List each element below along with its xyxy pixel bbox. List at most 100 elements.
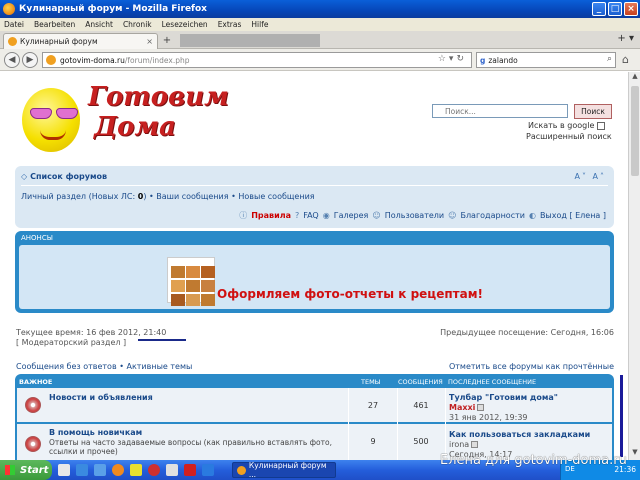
faq-link[interactable]: FAQ — [303, 211, 319, 220]
start-button[interactable]: Start — [0, 460, 52, 480]
tab-list-icon[interactable]: + ▾ — [617, 33, 634, 44]
last-visit: Предыдущее посещение: Сегодня, 16:06 — [440, 328, 614, 337]
last-post-title[interactable]: Как пользоваться закладками — [449, 430, 590, 439]
users-icon: ☺ — [372, 211, 381, 220]
announcements-panel: АНОНСЫ Оформляем фото-отчеты к рецептам! — [15, 231, 614, 313]
forum-table: ВАЖНОЕ ТЕМЫ СООБЩЕНИЯ ПОСЛЕДНЕЕ СООБЩЕНИ… — [15, 374, 614, 460]
watermark-text: Елена для gotovim-doma.ru — [440, 453, 627, 468]
quicklaunch-icon[interactable] — [166, 464, 178, 476]
page-scrollbar[interactable]: ▲ ▼ — [628, 72, 640, 460]
last-post-user[interactable]: irona — [449, 440, 479, 449]
col-header-posts: СООБЩЕНИЯ — [398, 378, 443, 386]
tab-close-icon[interactable]: × — [146, 37, 153, 46]
last-post-user[interactable]: Maxxi — [449, 403, 485, 412]
advanced-search-link[interactable]: Расширенный поиск — [526, 132, 612, 141]
logo-text: Готовим Дома — [88, 82, 229, 142]
window-titlebar: Кулинарный форум - Mozilla Firefox _ □ × — [0, 0, 640, 18]
forum-nav-panel: ◇ Список форумов A˅ A˄ Личный раздел (Но… — [15, 166, 614, 228]
my-posts-link[interactable]: • Ваши сообщения — [149, 192, 229, 201]
logout-icon: ◐ — [528, 211, 536, 220]
quicklaunch-icon[interactable] — [130, 464, 142, 476]
forum-read-icon — [25, 436, 41, 452]
forum-description: Ответы на часто задаваемые вопросы (как … — [49, 438, 332, 456]
back-button[interactable]: ◀ — [4, 52, 20, 68]
page-content: Готовим Дома ⌕ Поиск Искать в google Рас… — [0, 72, 628, 460]
thanks-link[interactable]: Благодарности — [460, 211, 525, 220]
forward-button[interactable]: ▶ — [22, 52, 38, 68]
menu-bar: Datei Bearbeiten Ansicht Chronik Lesezei… — [0, 18, 640, 31]
mark-read-link[interactable]: Отметить все форумы как прочтённые — [449, 362, 614, 371]
tab-strip-blank — [180, 34, 320, 47]
font-size-icon[interactable]: A˅ A˄ — [575, 172, 607, 181]
tab-forum[interactable]: Кулинарный форум × — [3, 33, 158, 49]
quicklaunch-icon[interactable] — [184, 464, 196, 476]
new-tab-button[interactable]: + — [161, 35, 173, 47]
gallery-link[interactable]: Галерея — [334, 211, 369, 220]
unanswered-links[interactable]: Сообщения без ответов • Активные темы — [16, 362, 192, 371]
menu-bearbeiten[interactable]: Bearbeiten — [34, 20, 75, 29]
tab-bar: Кулинарный форум × + + ▾ — [0, 31, 640, 49]
go-to-post-icon[interactable] — [477, 404, 485, 411]
browser-search-box[interactable]: g zalando ⌕ — [476, 52, 616, 68]
google-engine-icon[interactable]: g — [480, 56, 485, 65]
site-favicon-icon — [8, 37, 17, 46]
rules-icon: ⓘ — [239, 211, 248, 220]
quicklaunch-icon[interactable] — [58, 464, 70, 476]
forum-list-link[interactable]: Список форумов — [30, 172, 107, 181]
logout-link[interactable]: Выход [ Елена ] — [540, 211, 606, 220]
firefox-icon — [237, 465, 246, 475]
quicklaunch-icon[interactable] — [76, 464, 88, 476]
firefox-quicklaunch-icon[interactable] — [112, 464, 124, 476]
window-title: Кулинарный форум - Mozilla Firefox — [19, 4, 207, 14]
menu-chronik[interactable]: Chronik — [123, 20, 152, 29]
col-header-last: ПОСЛЕДНЕЕ СООБЩЕНИЕ — [448, 378, 537, 386]
thanks-icon: ☺ — [448, 211, 457, 220]
site-logo[interactable]: Готовим Дома — [18, 82, 229, 162]
users-link[interactable]: Пользователи — [385, 211, 444, 220]
quicklaunch-icon[interactable] — [94, 464, 106, 476]
forum-menu: ⓘ Правила ? FAQ ◉ Галерея ☺ Пользователи ☺ Бл… — [239, 210, 606, 221]
annotation-underline — [138, 339, 186, 341]
minimize-button[interactable]: _ — [592, 2, 606, 16]
tab-label: Кулинарный форум — [20, 37, 98, 46]
photo-collage-image[interactable] — [167, 257, 215, 306]
rules-link[interactable]: Правила — [251, 211, 291, 220]
home-icon[interactable]: ⌂ — [622, 53, 629, 66]
menu-ansicht[interactable]: Ansicht — [85, 20, 113, 29]
new-posts-link[interactable]: • Новые сообщения — [231, 192, 315, 201]
nav-toolbar: ◀ ▶ gotovim-doma.ru/forum/index.php ☆▾↻ … — [0, 49, 640, 71]
site-search-input[interactable] — [432, 104, 568, 118]
menu-lesezeichen[interactable]: Lesezeichen — [162, 20, 208, 29]
taskbar-window-button[interactable]: Кулинарный форум ... — [232, 461, 336, 479]
scroll-up-icon[interactable]: ▲ — [629, 72, 640, 84]
bookmark-star-icon[interactable]: ☆▾↻ — [438, 54, 467, 64]
forum-title[interactable]: В помощь новичкам — [49, 428, 142, 437]
site-search-button[interactable]: Поиск — [574, 104, 612, 119]
scroll-down-icon[interactable]: ▼ — [629, 448, 640, 460]
personal-link[interactable]: Личный раздел (Новых ЛС: 0) — [21, 192, 146, 201]
col-header-topics: ТЕМЫ — [361, 378, 381, 386]
menu-datei[interactable]: Datei — [4, 20, 24, 29]
go-to-post-icon[interactable] — [471, 441, 479, 448]
search-magnifier-icon[interactable]: ⌕ — [607, 54, 612, 64]
forum-read-icon — [25, 397, 41, 413]
user-links: Личный раздел (Новых ЛС: 0) • Ваши сообщ… — [21, 192, 315, 201]
posts-count: 500 — [413, 437, 429, 446]
forum-title[interactable]: Новости и объявления — [49, 393, 153, 402]
search-google-checkbox[interactable] — [597, 121, 606, 130]
ie-quicklaunch-icon[interactable] — [202, 464, 214, 476]
scroll-thumb[interactable] — [631, 86, 639, 176]
close-button[interactable]: × — [624, 2, 638, 16]
posts-count: 461 — [413, 401, 429, 410]
topics-count: 27 — [367, 401, 379, 410]
last-post-title[interactable]: Тулбар "Готовим дома" — [449, 393, 558, 402]
url-bar[interactable]: gotovim-doma.ru/forum/index.php ☆▾↻ — [42, 52, 472, 68]
url-host: gotovim-doma.ru — [60, 55, 125, 65]
opera-quicklaunch-icon[interactable] — [148, 464, 160, 476]
menu-extras[interactable]: Extras — [218, 20, 242, 29]
current-time: Текущее время: 16 фев 2012, 21:40 — [16, 328, 167, 337]
moderator-section-link[interactable]: [ Модераторский раздел ] — [16, 338, 126, 347]
maximize-button[interactable]: □ — [608, 2, 622, 16]
promo-link[interactable]: Оформляем фото-отчеты к рецептам! — [217, 287, 483, 301]
menu-hilfe[interactable]: Hilfe — [251, 20, 268, 29]
